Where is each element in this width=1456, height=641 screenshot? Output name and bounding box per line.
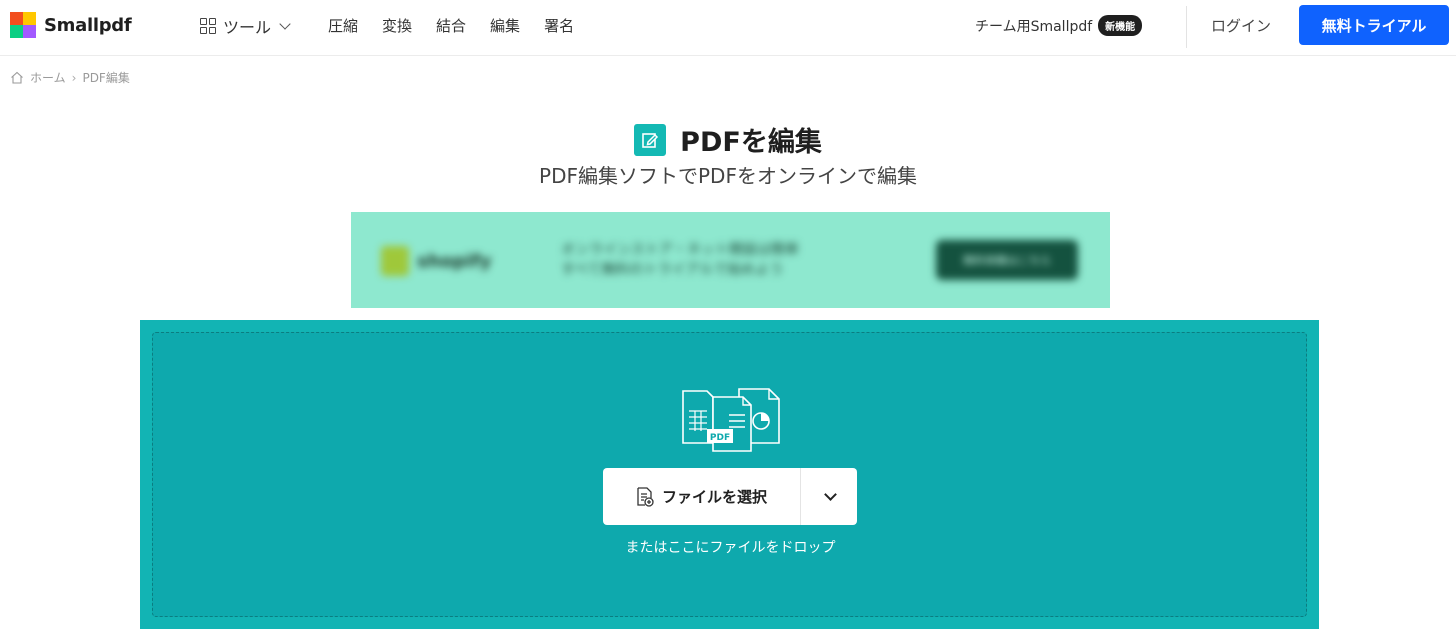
nav-sign[interactable]: 署名: [544, 15, 574, 36]
breadcrumb-current: PDF編集: [82, 71, 130, 85]
ad-content: shopify オンラインストア・ネット開設は簡単 すべて無料のトライアルで始め…: [351, 212, 1110, 308]
chevron-down-icon: [824, 487, 837, 501]
tools-menu-button[interactable]: ツール: [200, 14, 291, 38]
nav-edit[interactable]: 編集: [490, 15, 520, 36]
nav-compress[interactable]: 圧縮: [328, 15, 358, 36]
page-title-row: PDFを編集: [0, 120, 1456, 159]
dropzone-panel[interactable]: PDF ファイルを選択 またはここにファイルをドロップ: [140, 320, 1319, 629]
upload-source-dropdown[interactable]: [801, 468, 857, 525]
home-icon: [11, 71, 23, 84]
top-header: Smallpdf ツール 圧縮 変換 結合 編集 署名 チーム用Smallpdf…: [0, 0, 1456, 56]
brand-name: Smallpdf: [44, 14, 132, 36]
ad-cta-button[interactable]: 無料体験はこちら: [936, 240, 1078, 280]
page-title: PDFを編集: [680, 127, 822, 158]
free-trial-button[interactable]: 無料トライアル: [1299, 5, 1449, 45]
dropzone-area[interactable]: PDF ファイルを選択 またはここにファイルをドロップ: [152, 332, 1307, 617]
breadcrumb: ホーム › PDF編集: [10, 69, 130, 86]
nav-convert[interactable]: 変換: [382, 15, 412, 36]
smallpdf-logo-icon: [10, 12, 36, 38]
tools-label: ツール: [223, 18, 272, 37]
new-badge: 新機能: [1098, 15, 1143, 36]
drop-hint: またはここにファイルをドロップ: [625, 540, 836, 556]
ad-text: オンラインストア・ネット開設は簡単 すべて無料のトライアルで始めよう: [561, 240, 799, 280]
smallpdf-logo[interactable]: Smallpdf: [10, 12, 132, 38]
svg-text:PDF: PDF: [710, 433, 730, 443]
team-link[interactable]: チーム用Smallpdf 新機能: [975, 15, 1143, 36]
main-nav: 圧縮 変換 結合 編集 署名: [328, 15, 574, 36]
ad-text-line2: すべて無料のトライアルで始めよう: [561, 262, 784, 278]
choose-file-control: ファイルを選択: [603, 468, 857, 525]
chevron-down-icon: [279, 17, 291, 30]
ad-logo: shopify: [381, 246, 492, 276]
page-subtitle: PDF編集ソフトでPDFをオンラインで編集: [539, 164, 917, 188]
ad-banner[interactable]: shopify オンラインストア・ネット開設は簡単 すべて無料のトライアルで始め…: [351, 212, 1110, 308]
login-link[interactable]: ログイン: [1211, 15, 1271, 36]
grid-icon: [200, 18, 216, 34]
choose-file-label: ファイルを選択: [661, 488, 767, 506]
edit-pdf-icon: [634, 123, 667, 156]
header-divider: [1186, 6, 1187, 48]
ad-text-line1: オンラインストア・ネット開設は簡単: [561, 242, 799, 258]
team-label: チーム用Smallpdf: [975, 18, 1093, 35]
breadcrumb-home[interactable]: ホーム: [30, 69, 66, 86]
breadcrumb-separator: ›: [71, 70, 77, 85]
add-file-icon: [637, 486, 654, 507]
shopify-bag-icon: [381, 246, 409, 276]
documents-illustration-icon: PDF: [682, 388, 780, 452]
ad-brand: shopify: [417, 250, 492, 272]
nav-merge[interactable]: 結合: [436, 15, 466, 36]
choose-file-button[interactable]: ファイルを選択: [603, 468, 801, 525]
